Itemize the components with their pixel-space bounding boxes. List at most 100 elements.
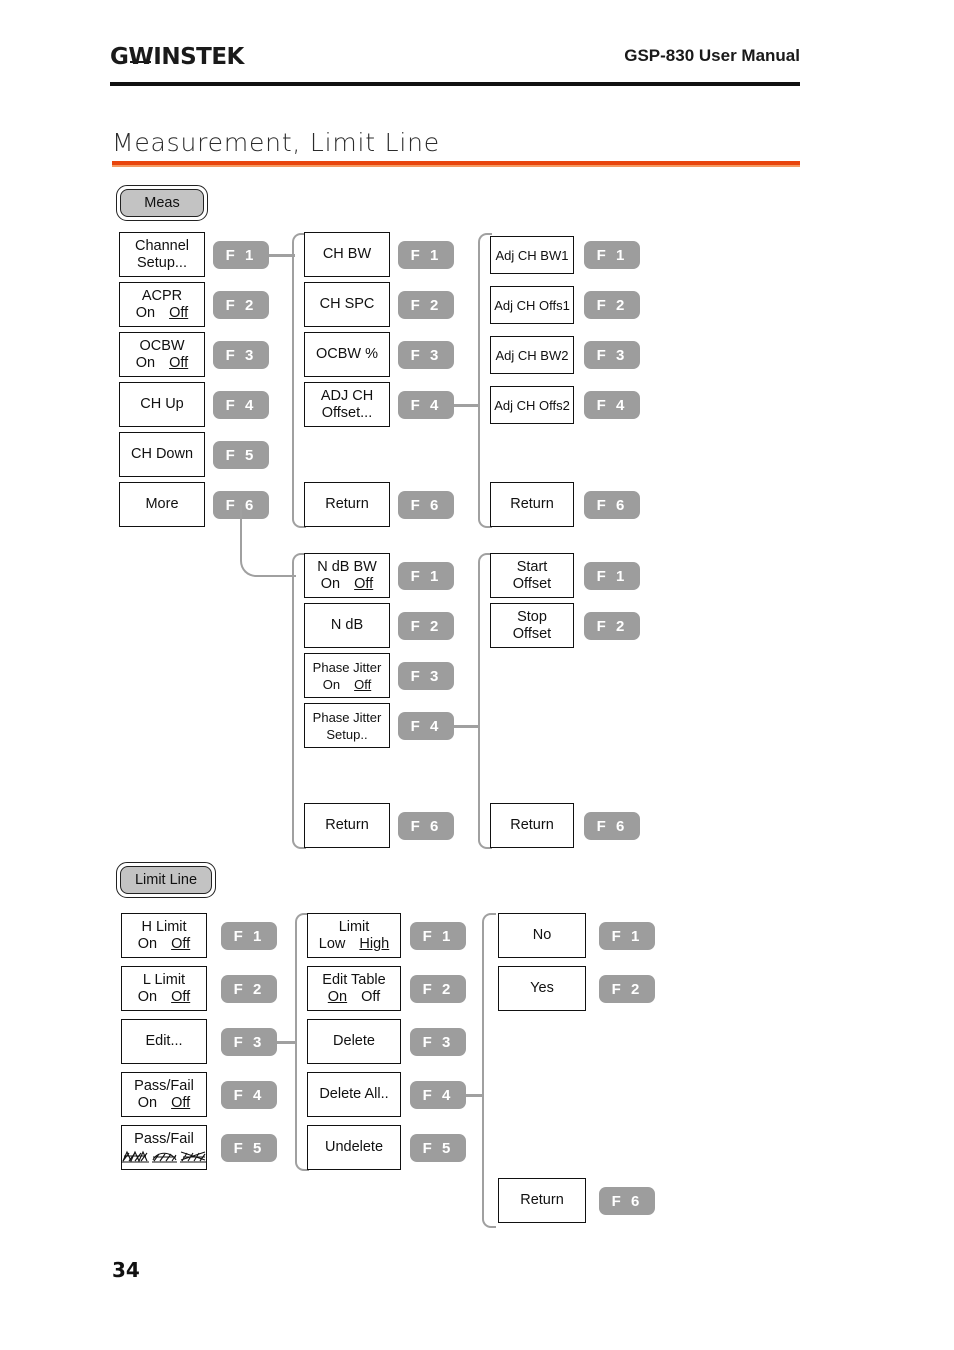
fkey-f1-meas-col1[interactable]: F 1	[213, 241, 269, 269]
fkey-f3-meas-col2b[interactable]: F 3	[398, 662, 454, 690]
fkey-f2-meas-col2[interactable]: F 2	[398, 291, 454, 319]
fkey-f4-limit-col1[interactable]: F 4	[221, 1081, 277, 1109]
softkey-ch-down[interactable]: CH Down	[119, 432, 205, 477]
fkey-f3-meas-col1[interactable]: F 3	[213, 341, 269, 369]
toggle-on[interactable]: On	[323, 676, 340, 693]
softkey-more[interactable]: More	[119, 482, 205, 527]
fkey-f3-meas-col3[interactable]: F 3	[584, 341, 640, 369]
softkey-pass-fail-obscured[interactable]: Pass/Fail	[121, 1125, 207, 1170]
softkey-return-meas-col3b[interactable]: Return	[490, 803, 574, 848]
softkey-ocbw[interactable]: OCBW On Off	[119, 332, 205, 377]
softkey-start-offset[interactable]: Start Offset	[490, 553, 574, 598]
toggle-off[interactable]: Off	[171, 989, 190, 1006]
fkey-f5-limit-col1[interactable]: F 5	[221, 1134, 277, 1162]
fkey-f2-limit-col3[interactable]: F 2	[599, 975, 655, 1003]
fkey-f6-meas-col3b[interactable]: F 6	[584, 812, 640, 840]
onoff-toggle[interactable]: On Off	[306, 576, 388, 593]
softkey-l-limit[interactable]: L Limit On Off	[121, 966, 207, 1011]
softkey-h-limit[interactable]: H Limit On Off	[121, 913, 207, 958]
fkey-f2-meas-col3b[interactable]: F 2	[584, 612, 640, 640]
fkey-f6-meas-col2[interactable]: F 6	[398, 491, 454, 519]
fkey-f3-meas-col2[interactable]: F 3	[398, 341, 454, 369]
softkey-edit[interactable]: Edit...	[121, 1019, 207, 1064]
softkey-ocbw-percent[interactable]: OCBW %	[304, 332, 390, 377]
fkey-f2-meas-col3[interactable]: F 2	[584, 291, 640, 319]
softkey-adj-ch-bw1[interactable]: Adj CH BW1	[490, 236, 574, 274]
fkey-f1-limit-col2[interactable]: F 1	[410, 922, 466, 950]
fkey-f4-meas-col2[interactable]: F 4	[398, 391, 454, 419]
onoff-toggle[interactable]: On Off	[309, 989, 399, 1006]
toggle-on[interactable]: On	[138, 1095, 157, 1112]
onoff-toggle[interactable]: On Off	[123, 936, 205, 953]
fkey-f2-meas-col2b[interactable]: F 2	[398, 612, 454, 640]
toggle-on[interactable]: On	[321, 576, 340, 593]
fkey-f1-meas-col3[interactable]: F 1	[584, 241, 640, 269]
fkey-f1-limit-col3[interactable]: F 1	[599, 922, 655, 950]
softkey-undelete[interactable]: Undelete	[307, 1125, 401, 1170]
softkey-channel-setup[interactable]: Channel Setup...	[119, 232, 205, 277]
fkey-f1-meas-col2[interactable]: F 1	[398, 241, 454, 269]
softkey-ch-bw[interactable]: CH BW	[304, 232, 390, 277]
onoff-toggle[interactable]: On Off	[121, 305, 203, 322]
softkey-ch-spc[interactable]: CH SPC	[304, 282, 390, 327]
toggle-on[interactable]: On	[136, 305, 155, 322]
toggle-off[interactable]: Off	[171, 1095, 190, 1112]
softkey-ch-up[interactable]: CH Up	[119, 382, 205, 427]
fkey-f6-limit-col3[interactable]: F 6	[599, 1187, 655, 1215]
fkey-f1-limit-col1[interactable]: F 1	[221, 922, 277, 950]
softkey-limit-low-high[interactable]: Limit Low High	[307, 913, 401, 958]
onoff-toggle[interactable]: On Off	[306, 676, 388, 693]
toggle-off[interactable]: Off	[354, 676, 371, 693]
softkey-return-meas-col2b[interactable]: Return	[304, 803, 390, 848]
fkey-f4-meas-col3[interactable]: F 4	[584, 391, 640, 419]
toggle-on[interactable]: On	[328, 989, 347, 1006]
fkey-f4-meas-col1[interactable]: F 4	[213, 391, 269, 419]
softkey-no[interactable]: No	[498, 913, 586, 958]
toggle-off[interactable]: Off	[169, 355, 188, 372]
fkey-f6-meas-col3[interactable]: F 6	[584, 491, 640, 519]
toggle-on[interactable]: On	[138, 989, 157, 1006]
fkey-f3-limit-col1[interactable]: F 3	[221, 1028, 277, 1056]
toggle-off[interactable]: Off	[171, 936, 190, 953]
softkey-stop-offset[interactable]: Stop Offset	[490, 603, 574, 648]
softkey-n-db[interactable]: N dB	[304, 603, 390, 648]
fkey-f2-limit-col1[interactable]: F 2	[221, 975, 277, 1003]
fkey-f4-limit-col2[interactable]: F 4	[410, 1081, 466, 1109]
softkey-acpr[interactable]: ACPR On Off	[119, 282, 205, 327]
softkey-return-limit-col3[interactable]: Return	[498, 1178, 586, 1223]
fkey-f5-limit-col2[interactable]: F 5	[410, 1134, 466, 1162]
toggle-off[interactable]: Off	[169, 305, 188, 322]
softkey-yes[interactable]: Yes	[498, 966, 586, 1011]
softkey-adj-ch-offset[interactable]: ADJ CH Offset...	[304, 382, 390, 427]
softkey-adj-ch-offs2[interactable]: Adj CH Offs2	[490, 386, 574, 424]
softkey-pass-fail[interactable]: Pass/Fail On Off	[121, 1072, 207, 1117]
hardkey-meas[interactable]: Meas	[116, 185, 208, 221]
toggle-on[interactable]: On	[136, 355, 155, 372]
fkey-f2-meas-col1[interactable]: F 2	[213, 291, 269, 319]
softkey-return-meas-col3[interactable]: Return	[490, 482, 574, 527]
fkey-f1-meas-col2b[interactable]: F 1	[398, 562, 454, 590]
softkey-return-meas-col2[interactable]: Return	[304, 482, 390, 527]
toggle-off[interactable]: Off	[361, 989, 380, 1006]
fkey-f5-meas-col1[interactable]: F 5	[213, 441, 269, 469]
softkey-phase-jitter[interactable]: Phase Jitter On Off	[304, 653, 390, 698]
softkey-delete-all[interactable]: Delete All..	[307, 1072, 401, 1117]
toggle-low[interactable]: Low	[319, 936, 346, 953]
fkey-f1-meas-col3b[interactable]: F 1	[584, 562, 640, 590]
onoff-toggle[interactable]: On Off	[121, 355, 203, 372]
softkey-n-db-bw[interactable]: N dB BW On Off	[304, 553, 390, 598]
toggle-on[interactable]: On	[138, 936, 157, 953]
softkey-adj-ch-bw2[interactable]: Adj CH BW2	[490, 336, 574, 374]
hardkey-limit-line[interactable]: Limit Line	[116, 862, 216, 898]
softkey-delete[interactable]: Delete	[307, 1019, 401, 1064]
softkey-phase-jitter-setup[interactable]: Phase Jitter Setup..	[304, 703, 390, 748]
toggle-high[interactable]: High	[359, 936, 389, 953]
fkey-f3-limit-col2[interactable]: F 3	[410, 1028, 466, 1056]
toggle-off[interactable]: Off	[354, 576, 373, 593]
onoff-toggle[interactable]: On Off	[123, 989, 205, 1006]
onoff-toggle[interactable]: On Off	[123, 1095, 205, 1112]
softkey-edit-table[interactable]: Edit Table On Off	[307, 966, 401, 1011]
lowhigh-toggle[interactable]: Low High	[309, 936, 399, 953]
fkey-f4-meas-col2b[interactable]: F 4	[398, 712, 454, 740]
softkey-adj-ch-offs1[interactable]: Adj CH Offs1	[490, 286, 574, 324]
